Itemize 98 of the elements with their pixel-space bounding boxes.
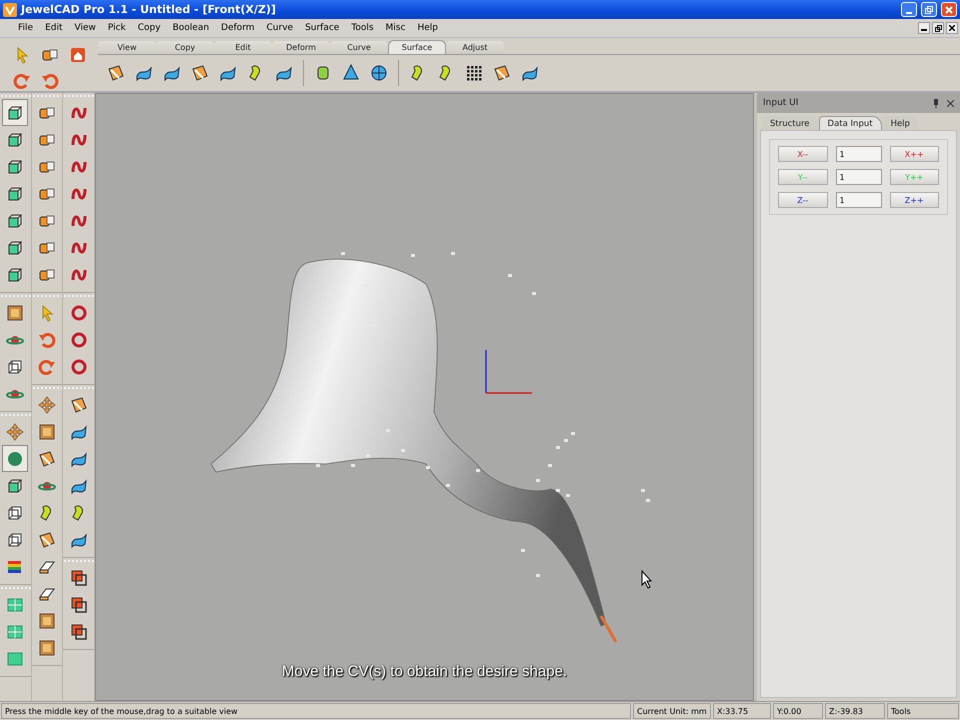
decrement-button[interactable]: X-- — [778, 146, 828, 162]
increment-button[interactable]: Z++ — [890, 192, 939, 208]
undo-icon — [41, 72, 59, 90]
surface-icon — [219, 64, 237, 82]
menu-item[interactable]: Copy — [132, 23, 167, 33]
cube-icon — [6, 158, 24, 176]
patch-icon — [493, 64, 511, 82]
restore-icon — [934, 24, 942, 32]
ring-icon — [70, 358, 88, 376]
frame-icon — [38, 422, 56, 440]
patch-icon — [38, 530, 56, 548]
increment-button[interactable]: X++ — [890, 146, 939, 162]
panel-tab[interactable]: Help — [882, 116, 919, 130]
sphere-icon — [6, 450, 24, 468]
minimize-button[interactable] — [918, 22, 930, 34]
toolbar-tab[interactable]: View — [98, 40, 156, 54]
frame-icon — [38, 638, 56, 656]
overlapping-squares-icon — [70, 596, 88, 614]
app-logo-icon — [3, 2, 17, 16]
menu-item[interactable]: Edit — [39, 23, 68, 33]
cone-icon — [342, 64, 360, 82]
window-title: JewelCAD Pro 1.1 - Untitled - [Front(X/Z)] — [21, 3, 277, 16]
menu-item[interactable]: Curve — [260, 23, 300, 33]
frame-icon — [38, 612, 56, 630]
mouse-cursor-icon — [642, 570, 652, 589]
surface-icon — [275, 64, 293, 82]
unit-status: Current Unit: mm — [633, 703, 711, 719]
frame-icon — [6, 304, 24, 322]
close-icon — [945, 6, 953, 14]
overlapping-squares-icon — [70, 568, 88, 586]
panel-tab[interactable]: Data Input — [818, 116, 882, 130]
step-field[interactable]: 1 — [836, 169, 882, 185]
ring-icon — [70, 304, 88, 322]
cross-arrows-icon — [38, 396, 56, 414]
tool-button[interactable] — [2, 99, 28, 126]
cube-icon — [6, 130, 24, 148]
grid-icon — [6, 622, 24, 640]
menu-item[interactable]: Surface — [299, 23, 346, 33]
ring-icon — [70, 330, 88, 348]
wire-cube-icon — [6, 530, 24, 548]
subtitle-caption: Move the CV(s) to obtain the desire shape. — [282, 663, 568, 680]
toolbar-tab[interactable]: Curve — [330, 40, 388, 54]
toolbar-tab[interactable]: Deform — [272, 40, 330, 54]
close-icon — [947, 100, 954, 106]
menu-item[interactable]: Misc — [380, 23, 412, 33]
restore-button[interactable] — [932, 22, 944, 34]
overlapping-squares-icon — [70, 622, 88, 640]
wire-cube-icon — [6, 358, 24, 376]
z-coordinate: Z:-39.83 — [825, 703, 885, 719]
undo-icon — [38, 330, 56, 348]
patch-icon — [107, 64, 125, 82]
cube-icon — [6, 184, 24, 202]
step-field[interactable]: 1 — [836, 146, 882, 162]
patch-icon — [191, 64, 209, 82]
cube-icon — [6, 476, 24, 494]
cube-icon — [6, 212, 24, 230]
status-message: Press the middle key of the mouse,drag to a suitable view — [1, 703, 631, 719]
toolbar-tab[interactable]: Surface — [388, 40, 446, 54]
mode-status: Tools — [887, 703, 959, 719]
cube-icon — [6, 238, 24, 256]
menu-item[interactable]: Tools — [345, 23, 380, 33]
globe-icon — [370, 64, 388, 82]
y-coordinate: Y:0.00 — [773, 703, 823, 719]
toolbar-tab[interactable]: Edit — [214, 40, 272, 54]
toolbar-tab[interactable]: Adjust — [446, 40, 504, 54]
menu-item[interactable]: Boolean — [166, 23, 216, 33]
redo-icon — [13, 72, 31, 90]
decrement-button[interactable]: Z-- — [778, 192, 828, 208]
cube-icon — [6, 266, 24, 284]
panel-tab[interactable]: Structure — [761, 116, 819, 130]
toolbar-tab[interactable]: Copy — [156, 40, 214, 54]
minimize-icon — [921, 29, 927, 31]
menu-item[interactable]: Help — [411, 23, 444, 33]
close-button[interactable] — [946, 22, 958, 34]
patch-icon — [38, 450, 56, 468]
patch-icon — [70, 396, 88, 414]
surface-icon — [135, 64, 153, 82]
wire-cube-icon — [6, 504, 24, 522]
axis-gizmo — [485, 350, 532, 394]
dot-grid-icon — [465, 64, 483, 82]
step-field[interactable]: 1 — [836, 192, 882, 208]
menu-item[interactable]: Pick — [102, 23, 132, 33]
cross-arrows-icon — [6, 422, 24, 440]
grid-icon — [6, 596, 24, 614]
x-coordinate: X:33.75 — [713, 703, 771, 719]
surface-icon — [163, 64, 181, 82]
surface-icon — [521, 64, 539, 82]
pin-icon — [933, 98, 939, 108]
menu-item[interactable]: View — [68, 23, 102, 33]
close-icon — [949, 25, 955, 31]
cube-icon — [6, 104, 24, 122]
panel-title: Input UI — [763, 98, 800, 108]
redo-icon — [38, 358, 56, 376]
restore-icon — [925, 6, 933, 14]
pane-icon — [6, 650, 24, 668]
menu-item[interactable]: File — [12, 23, 40, 33]
menu-item[interactable]: Deform — [215, 23, 260, 33]
minimize-icon — [906, 12, 912, 14]
